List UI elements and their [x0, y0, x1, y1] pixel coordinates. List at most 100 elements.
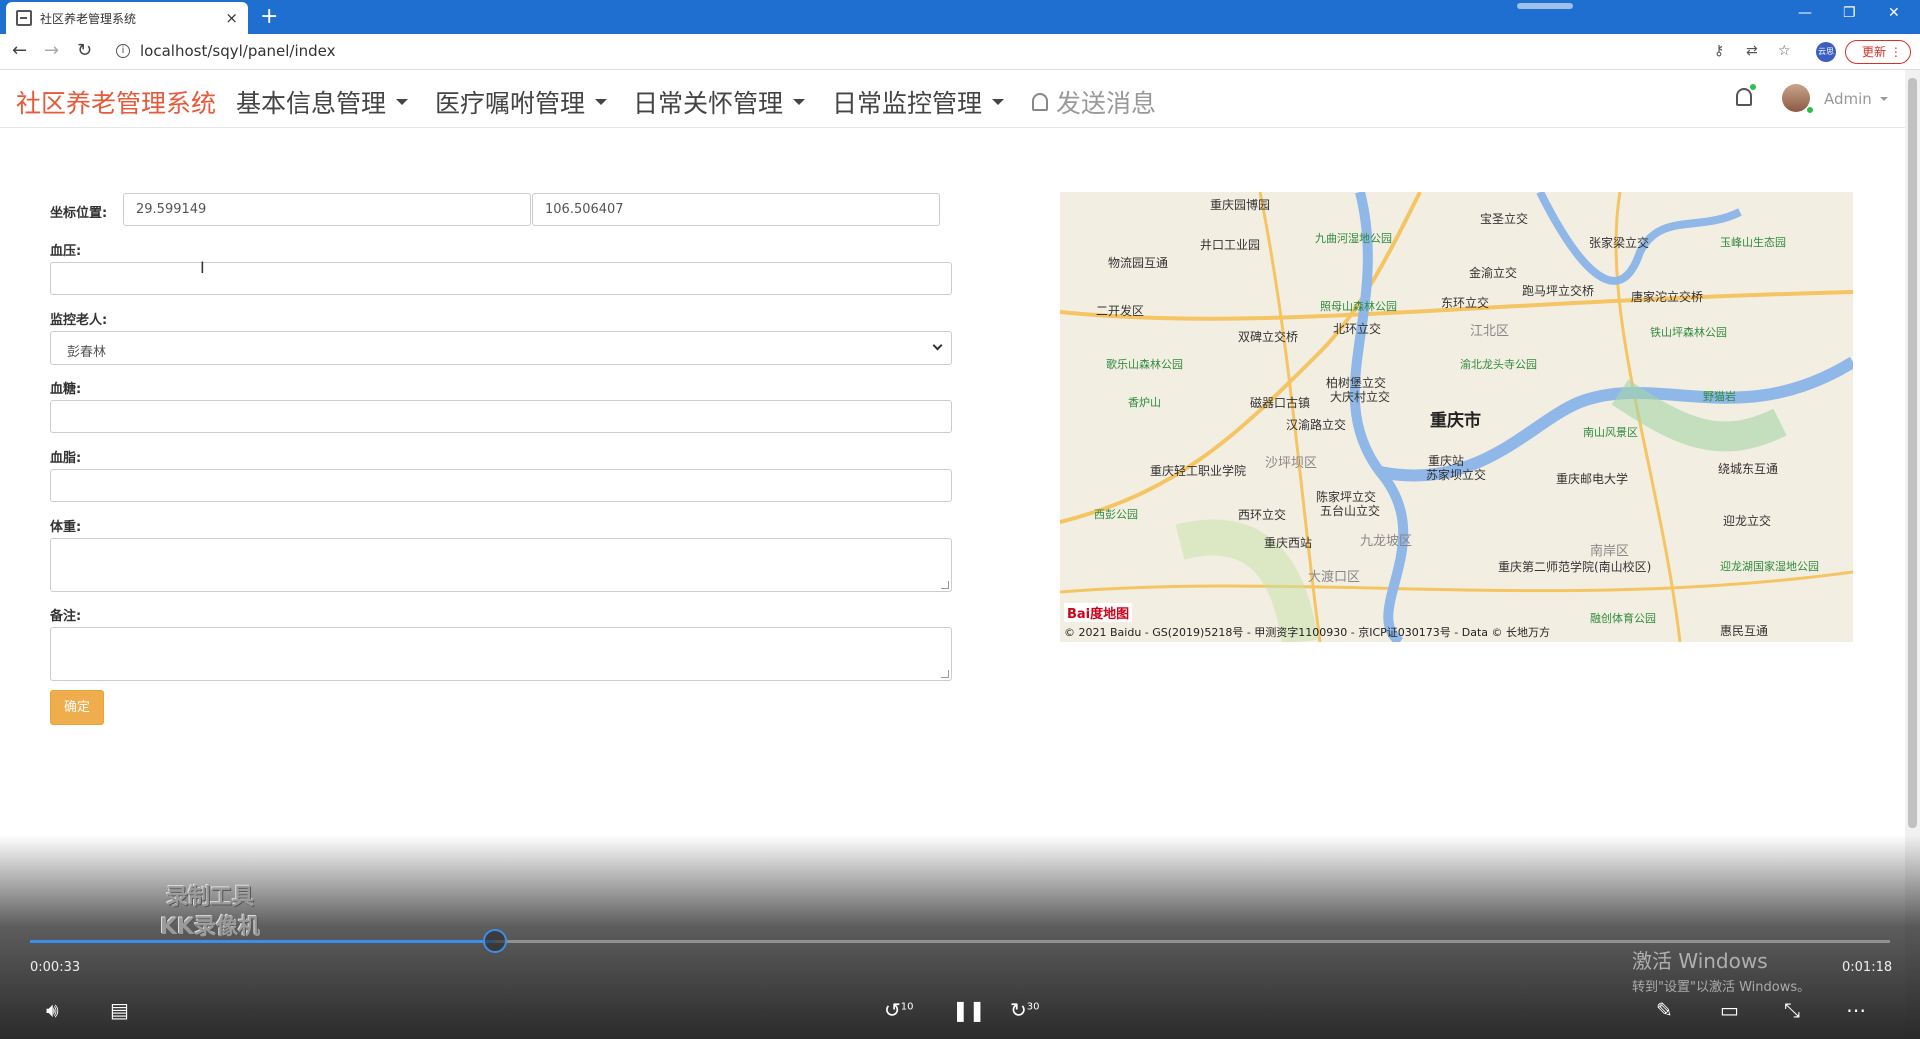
text-cursor-icon: I: [200, 258, 205, 277]
window-close-icon[interactable]: ✕: [1888, 5, 1900, 21]
caret-down-icon: [1879, 97, 1888, 101]
send-message-link[interactable]: 发送消息: [1032, 84, 1156, 120]
more-options-icon[interactable]: ⋯: [1846, 998, 1866, 1022]
url-text: localhost/sqyl/panel/index: [140, 42, 336, 60]
map-label: 迎龙湖国家湿地公园: [1720, 560, 1819, 573]
map-label: 五台山立交: [1320, 504, 1381, 518]
map-label: 重庆第二师范学院(南山校区): [1498, 560, 1652, 574]
exit-fullscreen-icon[interactable]: ⤡: [1784, 998, 1800, 1022]
user-menu[interactable]: Admin: [1824, 90, 1888, 108]
notification-bell-icon[interactable]: [1736, 88, 1752, 106]
seek-bar[interactable]: [30, 929, 1890, 953]
forward-icon[interactable]: →: [44, 40, 59, 61]
address-bar: ← → ↻ i localhost/sqyl/panel/index ⚷ ⇄ ☆…: [0, 34, 1920, 70]
site-info-icon[interactable]: i: [116, 44, 130, 58]
recorder-watermark: 录制工具 KK录像机: [160, 883, 260, 943]
update-label: 更新: [1862, 45, 1887, 59]
online-status-dot: [1806, 106, 1814, 114]
pause-icon[interactable]: ❚❚: [952, 998, 986, 1022]
minimize-icon[interactable]: —: [1798, 5, 1812, 21]
seek-bar-knob[interactable]: [483, 929, 507, 953]
app-navbar: 社区养老管理系统 基本信息管理 医疗嘱咐管理 日常关怀管理 日常监控管理 发送消…: [0, 70, 1905, 128]
menu-daily-care[interactable]: 日常关怀管理: [633, 84, 806, 120]
map-label: 西环立交: [1238, 508, 1287, 522]
menu-basic-info[interactable]: 基本信息管理: [236, 84, 409, 120]
page-favicon-icon: [16, 10, 32, 26]
latitude-input[interactable]: 29.599149: [123, 193, 531, 226]
reload-icon[interactable]: ↻: [77, 40, 92, 61]
menu-daily-monitor[interactable]: 日常监控管理: [832, 84, 1005, 120]
url-field[interactable]: i localhost/sqyl/panel/index: [116, 42, 336, 60]
bookmark-star-icon[interactable]: ☆: [1778, 43, 1791, 59]
pen-icon[interactable]: ✎: [1656, 998, 1673, 1022]
map-label: 宝圣立交: [1480, 212, 1529, 226]
blood-pressure-input[interactable]: [50, 262, 952, 295]
map-city-label: 重庆市: [1430, 411, 1481, 431]
map-label: 玉峰山生态园: [1720, 236, 1786, 249]
weight-textarea[interactable]: [50, 538, 952, 592]
map-label: 跑马坪立交桥: [1522, 284, 1595, 298]
translate-icon[interactable]: ⇄: [1746, 43, 1758, 59]
volume-icon[interactable]: 🔊︎: [46, 998, 59, 1022]
blood-lipid-input[interactable]: [50, 469, 952, 502]
map-label: 西彭公园: [1094, 508, 1138, 521]
scrollbar-thumb[interactable]: [1908, 78, 1917, 828]
key-icon[interactable]: ⚷: [1714, 43, 1724, 59]
baidu-map[interactable]: 重庆园博园 宝圣立交 九曲河湿地公园 井口工业园 张家梁立交 玉峰山生态园 物流…: [1060, 192, 1853, 642]
map-district: 大渡口区: [1308, 570, 1361, 585]
activation-title: 激活 Windows: [1632, 949, 1768, 973]
browser-tab[interactable]: 社区养老管理系统 ×: [6, 2, 248, 34]
map-label: 张家梁立交: [1589, 236, 1650, 250]
tab-title: 社区养老管理系统: [40, 11, 137, 26]
blood-lipid-label: 血脂:: [50, 451, 82, 466]
map-label: 二开发区: [1096, 304, 1145, 318]
map-label: 井口工业园: [1200, 238, 1261, 252]
elder-selected-value: 彭春林: [67, 345, 107, 360]
app-brand[interactable]: 社区养老管理系统: [16, 84, 216, 120]
blood-sugar-input[interactable]: [50, 400, 952, 433]
map-label: 南山风景区: [1583, 426, 1638, 439]
map-label: 重庆轻工职业学院: [1150, 464, 1247, 478]
elder-label: 监控老人:: [50, 313, 108, 328]
tab-close-icon[interactable]: ×: [225, 9, 238, 27]
activation-subtitle: 转到"设置"以激活 Windows。: [1632, 980, 1811, 995]
elapsed-time: 0:00:33: [30, 960, 81, 975]
map-district: 江北区: [1470, 324, 1510, 339]
update-button[interactable]: 更新 ⋮: [1845, 40, 1911, 64]
forward-30-icon[interactable]: ↻30: [1010, 998, 1040, 1022]
windows-activation-notice: 激活 Windows 转到"设置"以激活 Windows。: [1632, 945, 1810, 995]
baidu-map-logo: Bai度地图: [1064, 603, 1133, 622]
profile-avatar[interactable]: 云思: [1816, 42, 1836, 62]
menu-medical-advice[interactable]: 医疗嘱咐管理: [435, 84, 608, 120]
browser-titlebar: 社区养老管理系统 × + — ❐ ✕: [0, 0, 1920, 34]
blood-sugar-label: 血糖:: [50, 382, 82, 397]
map-label: 北环立交: [1333, 322, 1382, 336]
map-label: 重庆园博园: [1210, 198, 1271, 212]
map-district: 沙坪坝区: [1265, 456, 1318, 471]
bell-icon: [1032, 93, 1048, 111]
new-tab-button[interactable]: +: [260, 4, 278, 30]
mini-view-icon[interactable]: ▭: [1720, 998, 1739, 1022]
submit-button[interactable]: 确定: [50, 690, 104, 725]
back-icon[interactable]: ←: [12, 40, 27, 61]
map-label: 重庆邮电大学: [1556, 472, 1629, 486]
restore-icon[interactable]: ❐: [1843, 5, 1856, 21]
caret-down-icon: [396, 99, 409, 105]
map-label: 野猫岩: [1703, 390, 1736, 403]
map-label: 唐家沱立交桥: [1631, 290, 1704, 304]
notification-dot: [1750, 84, 1756, 90]
drag-indicator: [1517, 3, 1573, 9]
map-district: 南岸区: [1590, 544, 1630, 559]
caret-down-icon: [992, 99, 1005, 105]
weight-label: 体重:: [50, 520, 82, 535]
watermark-line2: KK录像机: [160, 915, 261, 940]
remark-textarea[interactable]: [50, 627, 952, 681]
map-district: 九龙坡区: [1360, 534, 1413, 549]
longitude-input[interactable]: 106.506407: [532, 193, 940, 226]
map-label: 渝北龙头寺公园: [1460, 358, 1537, 371]
rewind-10-icon[interactable]: ↺10: [884, 998, 914, 1022]
elder-select[interactable]: 彭春林: [50, 331, 952, 365]
menu-label: 日常关怀管理: [633, 89, 784, 118]
captions-icon[interactable]: ▤: [110, 998, 129, 1022]
coord-label: 坐标位置:: [50, 206, 108, 221]
